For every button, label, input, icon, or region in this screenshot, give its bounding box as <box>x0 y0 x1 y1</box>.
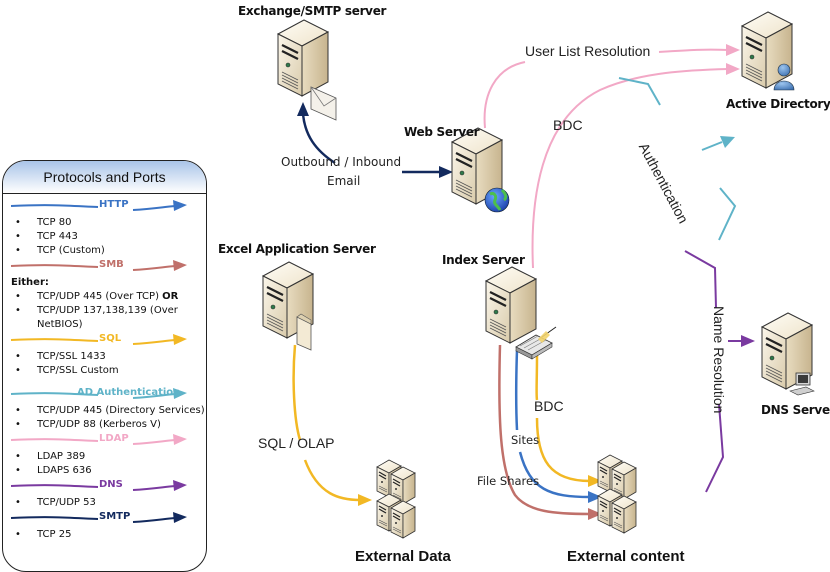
legend-protocol-ldap: LDAP <box>3 432 206 450</box>
legend-port-item: TCP/SSL 1433 <box>3 350 206 364</box>
connector-bdc-sql <box>535 354 591 483</box>
legend-port-item: LDAPS 636 <box>3 464 206 478</box>
connector-authentication-arrow <box>701 141 723 151</box>
legend-protocol-ad-authentication: AD Authentication <box>3 386 206 404</box>
exchange-server-label: Exchange/SMTP server <box>238 4 387 18</box>
web-server-icon[interactable] <box>450 126 510 213</box>
arrowhead-bdc-ldap <box>726 63 740 75</box>
legend-body: HTTP TCP 80TCP 443TCP (Custom)SMB Either: T… <box>3 194 206 542</box>
legend-protocol-dns: DNS <box>3 478 206 496</box>
connector-user-list <box>483 61 526 129</box>
legend-port-item: TCP/UDP 88 (Kerberos V) <box>3 418 206 432</box>
sql-olap-label: SQL / OLAP <box>258 435 335 451</box>
legend-protocol-name: AD Authentication <box>77 387 181 398</box>
dns-server-label: DNS Server <box>761 403 830 417</box>
legend-protocol-name: SQL <box>99 333 122 344</box>
active-directory-label: Active Directory <box>726 97 830 111</box>
bdc-sql-label: BDC <box>534 398 564 414</box>
envelope-icon <box>310 86 337 121</box>
legend-note: Either: <box>11 277 49 288</box>
file-shares-label: File Shares <box>477 474 540 488</box>
connector-sql-olap <box>292 344 361 502</box>
name-resolution-label: Name Resolution <box>711 306 727 414</box>
index-server-icon[interactable] <box>484 265 557 360</box>
connector-user-list-right <box>658 48 729 53</box>
legend-port-item: TCP/UDP 445 (Over TCP) OR <box>3 290 206 304</box>
legend-protocol-smtp: SMTP <box>3 510 206 528</box>
sites-label: Sites <box>511 433 540 447</box>
legend-port-item: TCP/UDP 445 (Directory Services) <box>3 404 206 418</box>
protocols-legend-panel: Protocols and Ports HTTPTCP 80TCP 443TCP… <box>2 160 207 572</box>
legend-port-item: TCP/UDP 137,138,139 (Over NetBIOS) <box>3 304 206 332</box>
legend-port-item: TCP 25 <box>3 528 206 542</box>
arrowhead-email-up <box>297 102 309 116</box>
legend-port-item: TCP (Custom) <box>3 244 206 258</box>
active-directory-server-icon[interactable] <box>740 10 795 91</box>
exchange-server-icon[interactable] <box>276 18 337 121</box>
globe-icon <box>484 187 510 213</box>
external-data-farm-icon[interactable] <box>377 460 415 538</box>
arrowhead-user-list <box>726 44 740 56</box>
legend-port-item: TCP 80 <box>3 216 206 230</box>
arrowhead-name-resolution <box>741 335 755 347</box>
email-label-line1: Outbound / Inbound <box>281 155 402 169</box>
connector-name-resolution-bottom <box>705 403 725 493</box>
web-server-label: Web Server <box>404 125 480 139</box>
legend-protocol-name: SMB <box>99 259 124 270</box>
arrowhead-sql-olap <box>358 494 372 506</box>
external-content-label: External content <box>567 548 685 565</box>
email-label-line2: Email <box>327 174 361 188</box>
arrowhead-authentication <box>720 136 735 148</box>
arrowhead-email-web <box>439 166 453 178</box>
user-list-resolution-label: User List Resolution <box>525 43 651 59</box>
excel-server-label: Excel Application Server <box>218 242 376 256</box>
document-icon <box>296 313 312 351</box>
legend-protocol-smb: SMB <box>3 258 206 276</box>
external-content-farm-icon[interactable] <box>598 455 636 533</box>
legend-port-item: TCP 443 <box>3 230 206 244</box>
legend-port-item: LDAP 389 <box>3 450 206 464</box>
dns-server-icon[interactable] <box>760 311 815 396</box>
legend-protocol-http: HTTP <box>3 198 206 216</box>
legend-protocol-name: HTTP <box>99 199 129 210</box>
external-data-label: External Data <box>355 548 451 565</box>
bdc-ldap-label: BDC <box>553 117 583 133</box>
connector-bdc-ldap <box>531 68 729 269</box>
legend-protocol-name: DNS <box>99 479 123 490</box>
connector-name-resolution-top <box>684 250 717 309</box>
index-server-label: Index Server <box>442 253 525 267</box>
legend-protocol-name: LDAP <box>99 433 129 444</box>
legend-port-item: TCP/SSL Custom <box>3 364 206 378</box>
legend-port-item: TCP/UDP 53 <box>3 496 206 510</box>
excel-server-icon[interactable] <box>261 260 315 351</box>
legend-title: Protocols and Ports <box>3 161 206 194</box>
legend-protocol-name: SMTP <box>99 511 131 522</box>
legend-protocol-sql: SQL <box>3 332 206 350</box>
